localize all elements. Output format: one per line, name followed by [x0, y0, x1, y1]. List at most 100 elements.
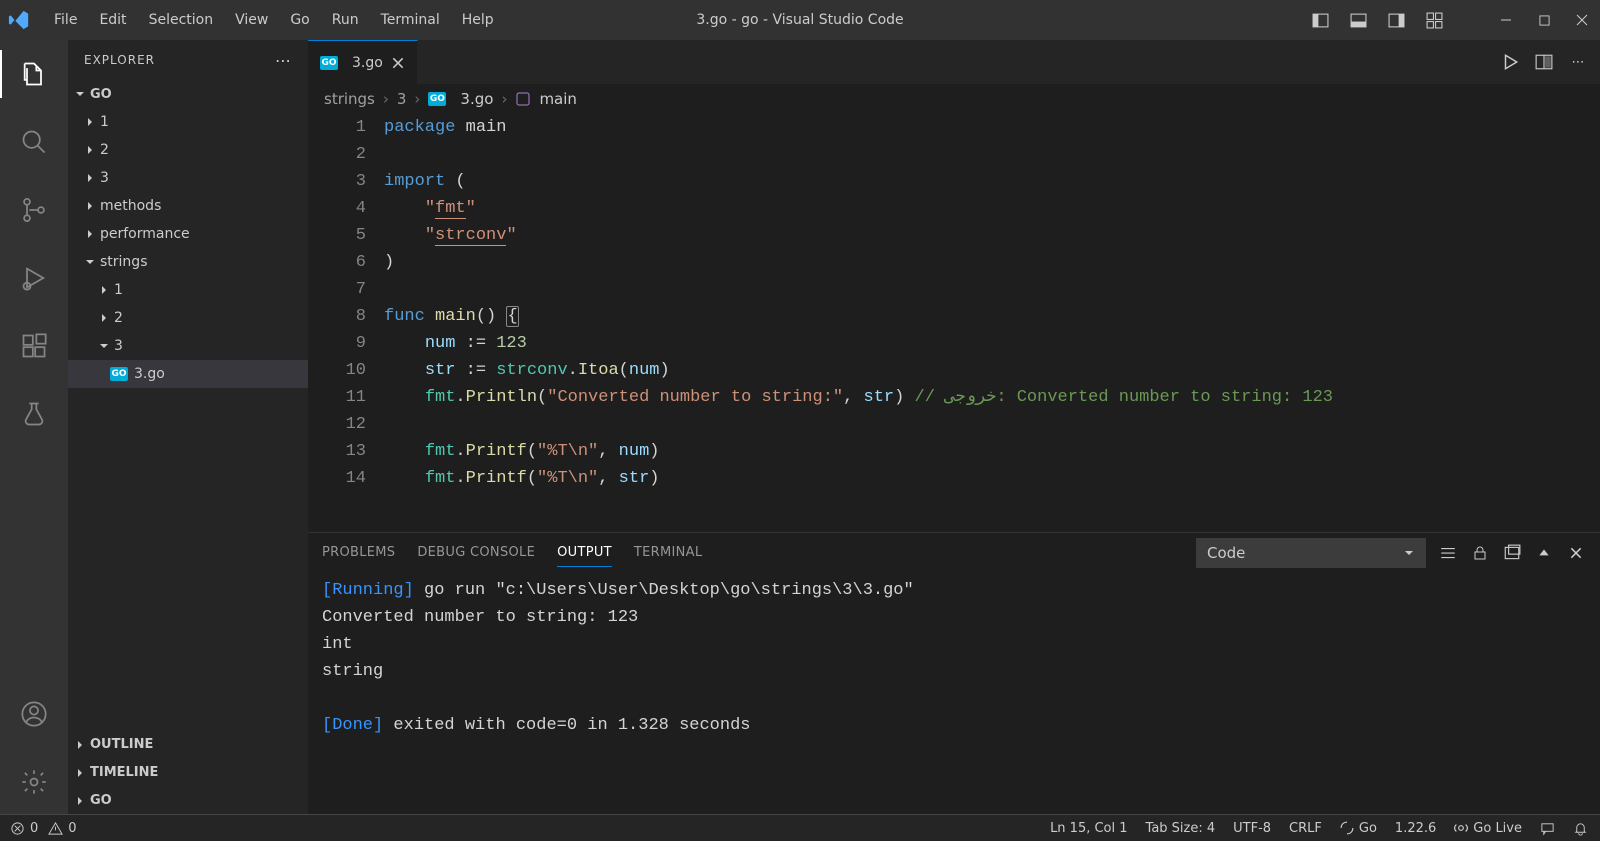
output-lock-icon[interactable] — [1470, 543, 1490, 563]
window-controls — [1310, 10, 1592, 30]
tree-item-label: 3.go — [134, 366, 165, 382]
section-timeline[interactable]: TIMELINE — [68, 758, 308, 786]
menu-terminal[interactable]: Terminal — [371, 8, 450, 32]
folder-item[interactable]: methods — [68, 192, 308, 220]
editor-tab[interactable]: GO 3.go — [308, 40, 418, 84]
section-label: TIMELINE — [90, 765, 158, 780]
folder-item[interactable]: 2 — [68, 304, 308, 332]
status-encoding[interactable]: UTF-8 — [1233, 821, 1271, 836]
status-eol[interactable]: CRLF — [1289, 821, 1322, 836]
explorer-more-icon[interactable]: ⋯ — [275, 51, 292, 70]
folder-item[interactable]: performance — [68, 220, 308, 248]
accounts-activity-icon[interactable] — [10, 690, 58, 738]
panel-tab-terminal[interactable]: TERMINAL — [634, 539, 703, 567]
folder-item[interactable]: strings — [68, 248, 308, 276]
breadcrumb-item[interactable]: strings — [324, 90, 375, 108]
sidebar: EXPLORER ⋯ GO 123methodsperformancestrin… — [68, 40, 308, 814]
menu-help[interactable]: Help — [452, 8, 504, 32]
menu-run[interactable]: Run — [322, 8, 369, 32]
symbol-icon — [515, 91, 531, 107]
panel-maximize-icon[interactable] — [1534, 543, 1554, 563]
status-go-live[interactable]: Go Live — [1454, 821, 1522, 836]
run-debug-activity-icon[interactable] — [10, 254, 58, 302]
layout-sidebar-right-icon[interactable] — [1386, 10, 1406, 30]
output-open-icon[interactable] — [1502, 543, 1522, 563]
status-bar: 0 0 Ln 15, Col 1 Tab Size: 4 UTF-8 CRLF … — [0, 814, 1600, 841]
output-filter-icon[interactable] — [1438, 543, 1458, 563]
file-tree: 123methodsperformancestrings123GO3.go — [68, 108, 308, 730]
panel-tab-debug-console[interactable]: DEBUG CONSOLE — [417, 539, 535, 567]
breadcrumb-item[interactable]: 3.go — [460, 90, 493, 108]
folder-item[interactable]: 1 — [68, 276, 308, 304]
output-channel-select[interactable]: Code — [1196, 538, 1426, 568]
code-content[interactable]: package main import ( "fmt" "strconv") f… — [384, 114, 1600, 532]
breadcrumb-separator-icon: › — [383, 90, 389, 108]
tree-item-label: 3 — [114, 338, 123, 354]
chevron-down-icon — [82, 254, 98, 270]
folder-item[interactable]: 3 — [68, 332, 308, 360]
status-version[interactable]: 1.22.6 — [1395, 821, 1436, 836]
breadcrumb-item[interactable]: main — [539, 90, 576, 108]
file-item[interactable]: GO 3.go — [68, 360, 308, 388]
activity-bar — [0, 40, 68, 814]
panel-tab-output[interactable]: OUTPUT — [557, 539, 612, 567]
breadcrumb-item[interactable]: 3 — [397, 90, 407, 108]
menu-go[interactable]: Go — [280, 8, 319, 32]
breadcrumb-separator-icon: › — [414, 90, 420, 108]
close-icon[interactable] — [1572, 10, 1592, 30]
minimize-icon[interactable] — [1496, 10, 1516, 30]
code-editor[interactable]: 1234567891011121314 package main import … — [308, 114, 1600, 532]
editor-actions: ⋯ — [1500, 40, 1600, 84]
source-control-activity-icon[interactable] — [10, 186, 58, 234]
more-actions-icon[interactable]: ⋯ — [1568, 52, 1588, 72]
maximize-icon[interactable] — [1534, 10, 1554, 30]
window-title: 3.go - go - Visual Studio Code — [696, 12, 903, 28]
go-file-icon: GO — [320, 56, 338, 70]
explorer-activity-icon[interactable] — [10, 50, 58, 98]
menu-selection[interactable]: Selection — [139, 8, 224, 32]
status-language[interactable]: Go — [1340, 821, 1377, 836]
folder-section-header[interactable]: GO — [68, 80, 308, 108]
chevron-right-icon — [96, 282, 112, 298]
output-content[interactable]: [Running] go run "c:\Users\User\Desktop\… — [308, 573, 1600, 814]
menu-view[interactable]: View — [225, 8, 278, 32]
section-outline[interactable]: OUTLINE — [68, 730, 308, 758]
status-errors[interactable]: 0 — [10, 821, 38, 836]
layout-panel-icon[interactable] — [1348, 10, 1368, 30]
chevron-right-icon — [72, 737, 88, 753]
settings-activity-icon[interactable] — [10, 758, 58, 806]
folder-item[interactable]: 2 — [68, 136, 308, 164]
section-label: GO — [90, 793, 112, 808]
extensions-activity-icon[interactable] — [10, 322, 58, 370]
split-editor-icon[interactable] — [1534, 52, 1554, 72]
go-file-icon: GO — [110, 367, 128, 381]
section-go[interactable]: GO — [68, 786, 308, 814]
status-feedback-icon[interactable] — [1540, 821, 1555, 836]
status-bell-icon[interactable] — [1573, 821, 1588, 836]
run-icon[interactable] — [1500, 52, 1520, 72]
search-activity-icon[interactable] — [10, 118, 58, 166]
status-warnings[interactable]: 0 — [48, 821, 76, 836]
breadcrumb[interactable]: strings›3›GO3.go›main — [308, 84, 1600, 114]
chevron-down-icon — [96, 338, 112, 354]
status-ln-col[interactable]: Ln 15, Col 1 — [1050, 821, 1127, 836]
tree-item-label: performance — [100, 226, 190, 242]
chevron-right-icon — [72, 765, 88, 781]
chevron-right-icon — [82, 226, 98, 242]
line-gutter: 1234567891011121314 — [308, 114, 384, 532]
menu-file[interactable]: File — [44, 8, 87, 32]
customize-layout-icon[interactable] — [1424, 10, 1444, 30]
testing-activity-icon[interactable] — [10, 390, 58, 438]
status-errors-count: 0 — [30, 821, 38, 836]
chevron-down-icon — [72, 86, 88, 102]
tab-close-icon[interactable] — [391, 56, 405, 70]
folder-item[interactable]: 1 — [68, 108, 308, 136]
layout-sidebar-left-icon[interactable] — [1310, 10, 1330, 30]
sidebar-bottom-sections: OUTLINE TIMELINE GO — [68, 730, 308, 814]
menu-edit[interactable]: Edit — [89, 8, 136, 32]
panel-tab-problems[interactable]: PROBLEMS — [322, 539, 395, 567]
status-tab-size[interactable]: Tab Size: 4 — [1146, 821, 1216, 836]
tab-bar: GO 3.go ⋯ — [308, 40, 1600, 84]
panel-close-icon[interactable] — [1566, 543, 1586, 563]
folder-item[interactable]: 3 — [68, 164, 308, 192]
